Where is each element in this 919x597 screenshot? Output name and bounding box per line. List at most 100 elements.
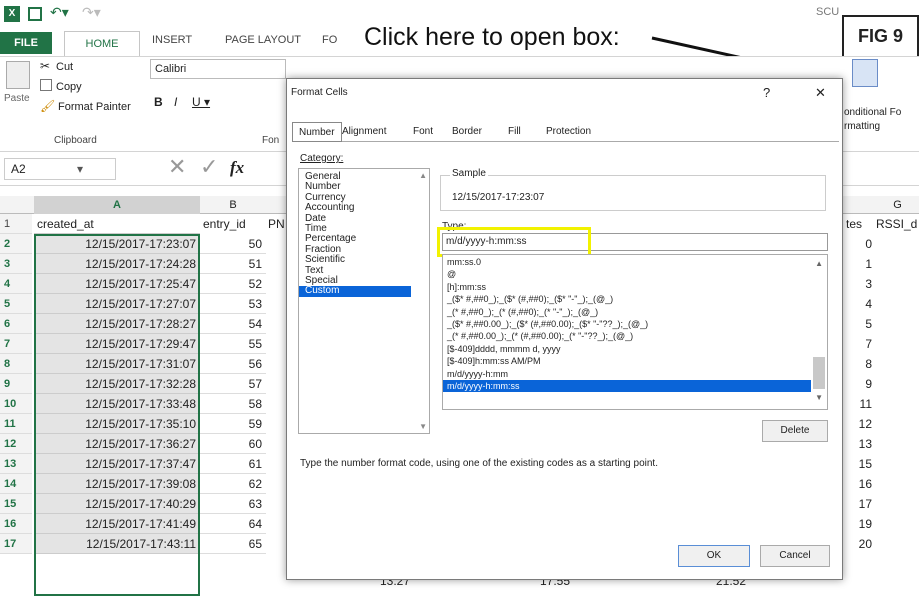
cell-entry-id[interactable]: 64 <box>200 514 266 534</box>
row-header[interactable]: 7 <box>0 334 32 354</box>
row-header[interactable]: 6 <box>0 314 32 334</box>
cell-tes[interactable]: 15 <box>840 454 876 474</box>
delete-button[interactable]: Delete <box>762 420 828 442</box>
conditional-formatting-icon[interactable] <box>852 59 878 87</box>
type-list-item[interactable]: mm:ss.0 <box>443 256 811 268</box>
cell-entry-id[interactable]: 50 <box>200 234 266 254</box>
header-entry-id[interactable]: entry_id <box>200 214 266 234</box>
type-list-item[interactable]: m/d/yyyy-h:mm <box>443 368 811 380</box>
tab-number[interactable]: Number <box>292 122 342 142</box>
tab-file[interactable]: FILE <box>0 32 52 54</box>
tab-formulas[interactable]: FO <box>322 34 337 46</box>
cell-tes[interactable]: 3 <box>840 274 876 294</box>
cell-tes[interactable]: 12 <box>840 414 876 434</box>
col-header-a[interactable]: A <box>34 196 200 214</box>
category-scroll-down-icon[interactable]: ▼ <box>419 422 427 431</box>
paste-icon[interactable] <box>6 61 30 89</box>
cell-tes[interactable]: 4 <box>840 294 876 314</box>
help-button[interactable]: ? <box>763 85 770 100</box>
row-header[interactable]: 14 <box>0 474 32 494</box>
header-pn[interactable]: PN <box>268 214 285 234</box>
cell-tes[interactable]: 11 <box>840 394 876 414</box>
row-header[interactable]: 10 <box>0 394 32 414</box>
category-item[interactable]: Custom <box>299 285 411 297</box>
cell-tes[interactable]: 0 <box>840 234 876 254</box>
row-header[interactable]: 3 <box>0 254 32 274</box>
cell-tes[interactable]: 9 <box>840 374 876 394</box>
tab-home[interactable]: HOME <box>64 31 140 56</box>
category-list[interactable]: General Number Currency Accounting Date Time P… <box>298 168 430 434</box>
row-header[interactable]: 9 <box>0 374 32 394</box>
paste-button[interactable]: Paste <box>4 93 30 104</box>
row-header[interactable]: 15 <box>0 494 32 514</box>
type-list-item[interactable]: [$-409]dddd, mmmm d, yyyy <box>443 343 811 355</box>
copy-button[interactable]: Copy <box>56 81 82 93</box>
cell-entry-id[interactable]: 63 <box>200 494 266 514</box>
row-header[interactable]: 11 <box>0 414 32 434</box>
cell-entry-id[interactable]: 59 <box>200 414 266 434</box>
cell-entry-id[interactable]: 56 <box>200 354 266 374</box>
row-header-1[interactable]: 1 <box>0 214 32 234</box>
type-list-item[interactable]: _($* #,##0.00_);_($* (#,##0.00);_($* "-"… <box>443 318 811 330</box>
type-list-item[interactable]: _(* #,##0.00_);_(* (#,##0.00);_(* "-"??_… <box>443 330 811 342</box>
cell-entry-id[interactable]: 65 <box>200 534 266 554</box>
cell-tes[interactable]: 5 <box>840 314 876 334</box>
cell-entry-id[interactable]: 55 <box>200 334 266 354</box>
tab-insert[interactable]: INSERT <box>152 34 192 46</box>
category-scroll-up-icon[interactable]: ▲ <box>419 171 427 180</box>
header-created-at[interactable]: created_at <box>34 214 200 234</box>
cell-entry-id[interactable]: 60 <box>200 434 266 454</box>
cell-entry-id[interactable]: 61 <box>200 454 266 474</box>
cell-tes[interactable]: 16 <box>840 474 876 494</box>
type-list-item[interactable]: [h]:mm:ss <box>443 281 811 293</box>
cell-entry-id[interactable]: 58 <box>200 394 266 414</box>
fx-icon[interactable]: fx <box>230 158 244 178</box>
col-header-g[interactable]: G <box>876 196 919 214</box>
cancel-button[interactable]: Cancel <box>760 545 830 567</box>
format-painter-button[interactable]: Format Painter <box>58 101 131 113</box>
tab-fill[interactable]: Fill <box>502 122 527 142</box>
cell-tes[interactable]: 13 <box>840 434 876 454</box>
type-list[interactable]: mm:ss.0 @ [h]:mm:ss _($* #,##0_);_($* (#,##… <box>442 254 828 410</box>
row-header[interactable]: 2 <box>0 234 32 254</box>
type-scroll-up-icon[interactable]: ▲ <box>815 259 823 268</box>
cell-tes[interactable]: 20 <box>840 534 876 554</box>
underline-button[interactable]: U ▾ <box>192 95 210 109</box>
type-list-item[interactable]: [$-409]h:mm:ss AM/PM <box>443 355 811 367</box>
row-header[interactable]: 13 <box>0 454 32 474</box>
category-item[interactable]: Scientific <box>299 254 411 265</box>
cell-entry-id[interactable]: 52 <box>200 274 266 294</box>
close-icon[interactable]: ✕ <box>815 85 826 101</box>
cell-tes[interactable]: 19 <box>840 514 876 534</box>
category-item[interactable]: Accounting <box>299 202 411 213</box>
col-header-b[interactable]: B <box>200 196 266 214</box>
type-list-item[interactable]: m/d/yyyy-h:mm:ss <box>443 379 811 393</box>
save-icon[interactable] <box>28 7 42 21</box>
row-header[interactable]: 4 <box>0 274 32 294</box>
font-name-dropdown[interactable]: Calibri <box>150 59 286 79</box>
cell-entry-id[interactable]: 62 <box>200 474 266 494</box>
cut-button[interactable]: Cut <box>56 61 73 73</box>
cell-tes[interactable]: 17 <box>840 494 876 514</box>
type-scroll-down-icon[interactable]: ▼ <box>815 393 823 402</box>
tab-protection[interactable]: Protection <box>540 122 597 142</box>
cell-entry-id[interactable]: 51 <box>200 254 266 274</box>
cell-tes[interactable]: 8 <box>840 354 876 374</box>
tab-page-layout[interactable]: PAGE LAYOUT <box>225 34 301 46</box>
header-tes[interactable]: tes <box>846 214 862 234</box>
row-header[interactable]: 17 <box>0 534 32 554</box>
header-rssi[interactable]: RSSI_d <box>876 214 917 234</box>
type-list-item[interactable]: @ <box>443 268 811 280</box>
row-header[interactable]: 12 <box>0 434 32 454</box>
italic-button[interactable]: I <box>174 95 177 109</box>
undo-icon[interactable]: ↶▾ <box>50 4 69 21</box>
cell-entry-id[interactable]: 53 <box>200 294 266 314</box>
name-box[interactable]: A2 ▾ <box>4 158 116 180</box>
tab-border[interactable]: Border <box>446 122 488 142</box>
cell-tes[interactable]: 1 <box>840 254 876 274</box>
type-list-item[interactable]: _(* #,##0_);_(* (#,##0);_(* "-"_);_(@_) <box>443 306 811 318</box>
cell-entry-id[interactable]: 54 <box>200 314 266 334</box>
enter-entry-icon[interactable]: ✓ <box>200 154 218 180</box>
cancel-entry-icon[interactable]: ✕ <box>168 154 186 180</box>
tab-font[interactable]: Font <box>407 122 439 142</box>
